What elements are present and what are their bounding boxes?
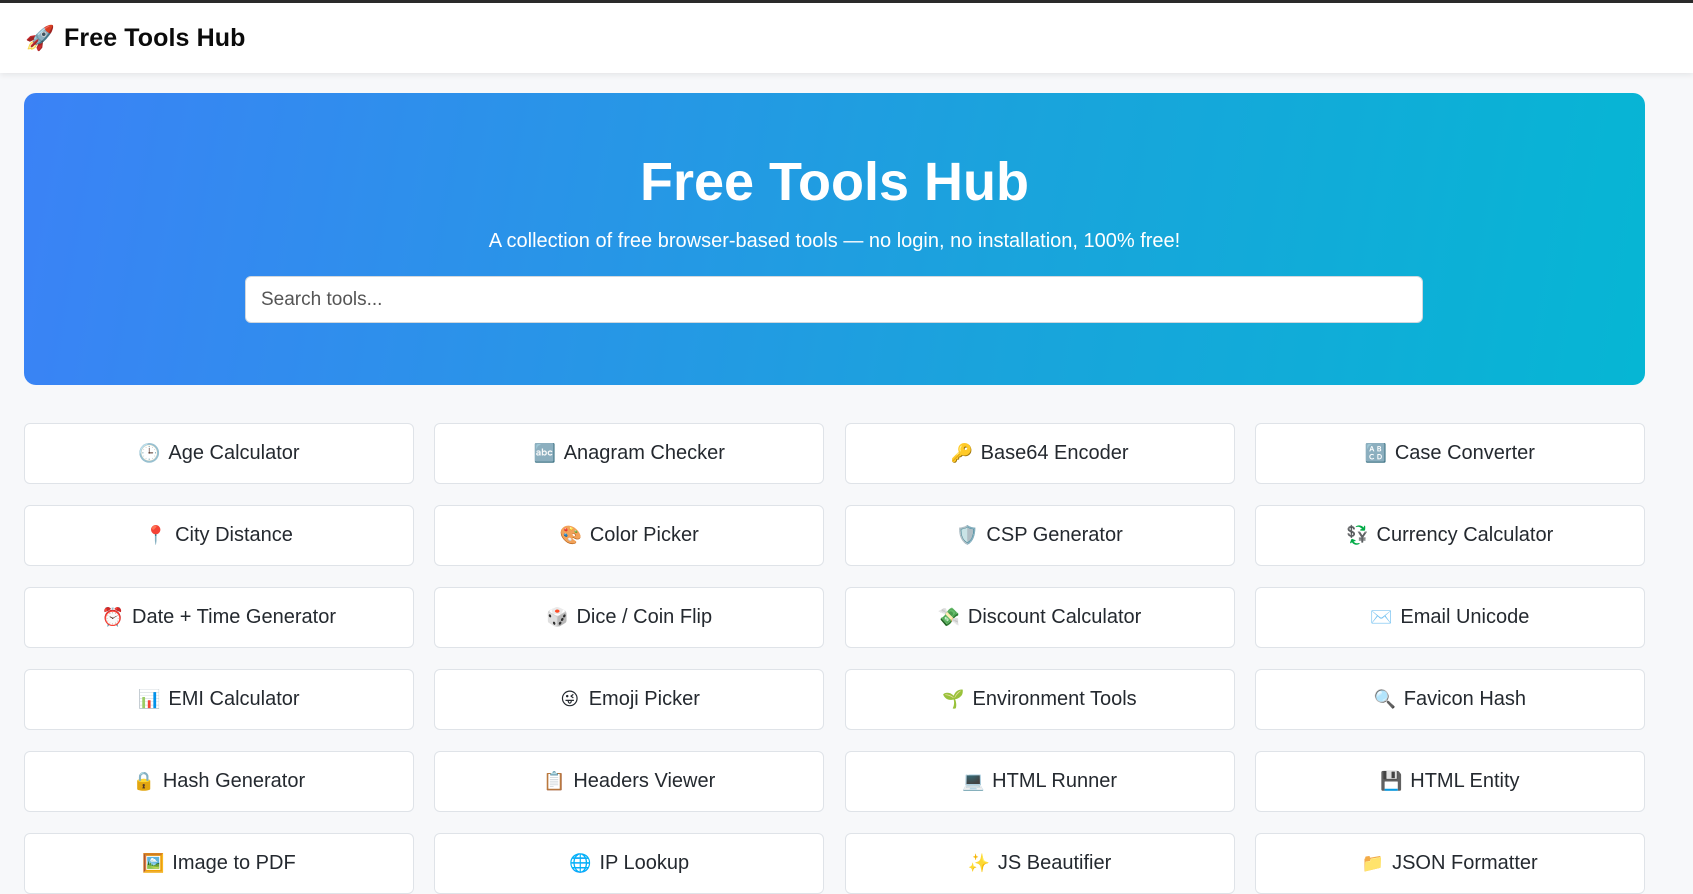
site-header: 🚀 Free Tools Hub	[0, 3, 1693, 73]
tool-card-label: JS Beautifier	[997, 852, 1112, 874]
floppy-disk-icon: 💾	[1380, 771, 1403, 791]
tool-card-label: Case Converter	[1394, 442, 1535, 464]
tool-card[interactable]: 😜 Emoji Picker	[434, 669, 825, 730]
tool-card[interactable]: 🕒 Age Calculator	[24, 423, 414, 484]
pin-icon: 📍	[144, 525, 168, 545]
tool-card-label: EMI Calculator	[168, 688, 300, 710]
tool-card[interactable]: 🔒 Hash Generator	[24, 751, 414, 812]
magnifier-icon: 🔍	[1373, 689, 1396, 709]
tool-card-label: Emoji Picker	[588, 688, 700, 710]
palette-icon: 🎨	[559, 525, 583, 545]
tool-card-label: Discount Calculator	[967, 606, 1142, 628]
tool-card-label: JSON Formatter	[1392, 852, 1538, 874]
envelope-icon: ✉️	[1370, 607, 1393, 627]
tool-card-label: Favicon Hash	[1403, 688, 1527, 710]
dice-icon: 🎲	[546, 607, 569, 627]
brand[interactable]: 🚀 Free Tools Hub	[25, 23, 246, 53]
tool-card[interactable]: 💻 HTML Runner	[844, 751, 1235, 812]
tool-card-label: Environment Tools	[972, 688, 1137, 710]
money-icon: 💸	[937, 607, 961, 627]
tool-card-label: Email Unicode	[1400, 606, 1530, 628]
tool-card-label: Date + Time Generator	[132, 606, 336, 628]
key-icon: 🔑	[950, 443, 973, 463]
alarm-clock-icon: ⏰	[101, 607, 125, 627]
clock-icon: 🕒	[138, 443, 161, 463]
tool-card[interactable]: 🎲 Dice / Coin Flip	[434, 587, 825, 648]
letters-icon: 🔠	[1364, 443, 1388, 463]
picture-icon: 🖼️	[142, 853, 165, 873]
currency-exchange-icon: 💱	[1346, 525, 1369, 545]
tool-card[interactable]: 🖼️ Image to PDF	[24, 833, 414, 894]
lock-icon: 🔒	[132, 771, 156, 791]
bar-chart-icon: 📊	[138, 689, 161, 709]
tool-card[interactable]: 🔍 Favicon Hash	[1254, 669, 1645, 730]
tool-card[interactable]: ✨ JS Beautifier	[844, 833, 1235, 894]
smiley-icon: 😜	[560, 689, 580, 709]
tool-card[interactable]: 📊 EMI Calculator	[24, 669, 414, 730]
tool-card[interactable]: 🌐 IP Lookup	[434, 833, 825, 894]
search-input[interactable]	[245, 276, 1423, 323]
tool-card-label: Currency Calculator	[1376, 524, 1554, 546]
brand-title: Free Tools Hub	[64, 23, 246, 52]
tool-card[interactable]: 📁 JSON Formatter	[1254, 833, 1645, 894]
tool-card[interactable]: 🔑 Base64 Encoder	[844, 423, 1235, 484]
tool-card[interactable]: 🛡️ CSP Generator	[844, 505, 1235, 566]
tool-card-label: HTML Runner	[992, 770, 1118, 792]
tool-card-label: Headers Viewer	[573, 770, 716, 792]
tool-card-label: Image to PDF	[172, 852, 296, 874]
tool-card-label: Color Picker	[589, 524, 699, 546]
tool-card[interactable]: 🔤 Anagram Checker	[434, 423, 825, 484]
seedling-icon: 🌱	[942, 689, 965, 709]
tool-card[interactable]: 🌱 Environment Tools	[844, 669, 1235, 730]
tool-card[interactable]: 📍 City Distance	[24, 505, 414, 566]
sparkles-icon: ✨	[967, 853, 991, 873]
hero-subtitle: A collection of free browser-based tools…	[488, 230, 1181, 252]
tool-card-label: Age Calculator	[168, 442, 300, 464]
tool-card-label: HTML Entity	[1410, 770, 1520, 792]
tool-card-label: CSP Generator	[986, 524, 1123, 546]
hero-title: Free Tools Hub	[639, 152, 1030, 212]
rocket-icon: 🚀	[25, 24, 55, 52]
tool-card[interactable]: 💸 Discount Calculator	[844, 587, 1235, 648]
tool-card-label: Hash Generator	[162, 770, 306, 792]
tool-card[interactable]: 💾 HTML Entity	[1254, 751, 1645, 812]
tool-card[interactable]: 🔠 Case Converter	[1254, 423, 1645, 484]
tools-grid: 🕒 Age Calculator 🔤 Anagram Checker 🔑 Base64 E…	[24, 423, 1645, 894]
tool-card[interactable]: 🎨 Color Picker	[434, 505, 825, 566]
globe-icon: 🌐	[569, 853, 592, 873]
tool-card[interactable]: ✉️ Email Unicode	[1254, 587, 1645, 648]
folder-icon: 📁	[1361, 853, 1385, 873]
tool-card[interactable]: 💱 Currency Calculator	[1254, 505, 1645, 566]
tool-card-label: IP Lookup	[599, 852, 690, 874]
tool-card[interactable]: ⏰ Date + Time Generator	[24, 587, 414, 648]
laptop-icon: 💻	[961, 771, 985, 791]
hero-banner: Free Tools Hub A collection of free brow…	[24, 93, 1645, 385]
tool-card[interactable]: 📋 Headers Viewer	[434, 751, 825, 812]
tool-card-label: City Distance	[175, 524, 293, 546]
tool-card-label: Anagram Checker	[563, 442, 725, 464]
clipboard-icon: 📋	[543, 771, 566, 791]
shield-icon: 🛡️	[956, 525, 979, 545]
tool-card-label: Base64 Encoder	[980, 442, 1129, 464]
abc-icon: 🔤	[533, 443, 556, 463]
tool-card-label: Dice / Coin Flip	[576, 606, 713, 628]
